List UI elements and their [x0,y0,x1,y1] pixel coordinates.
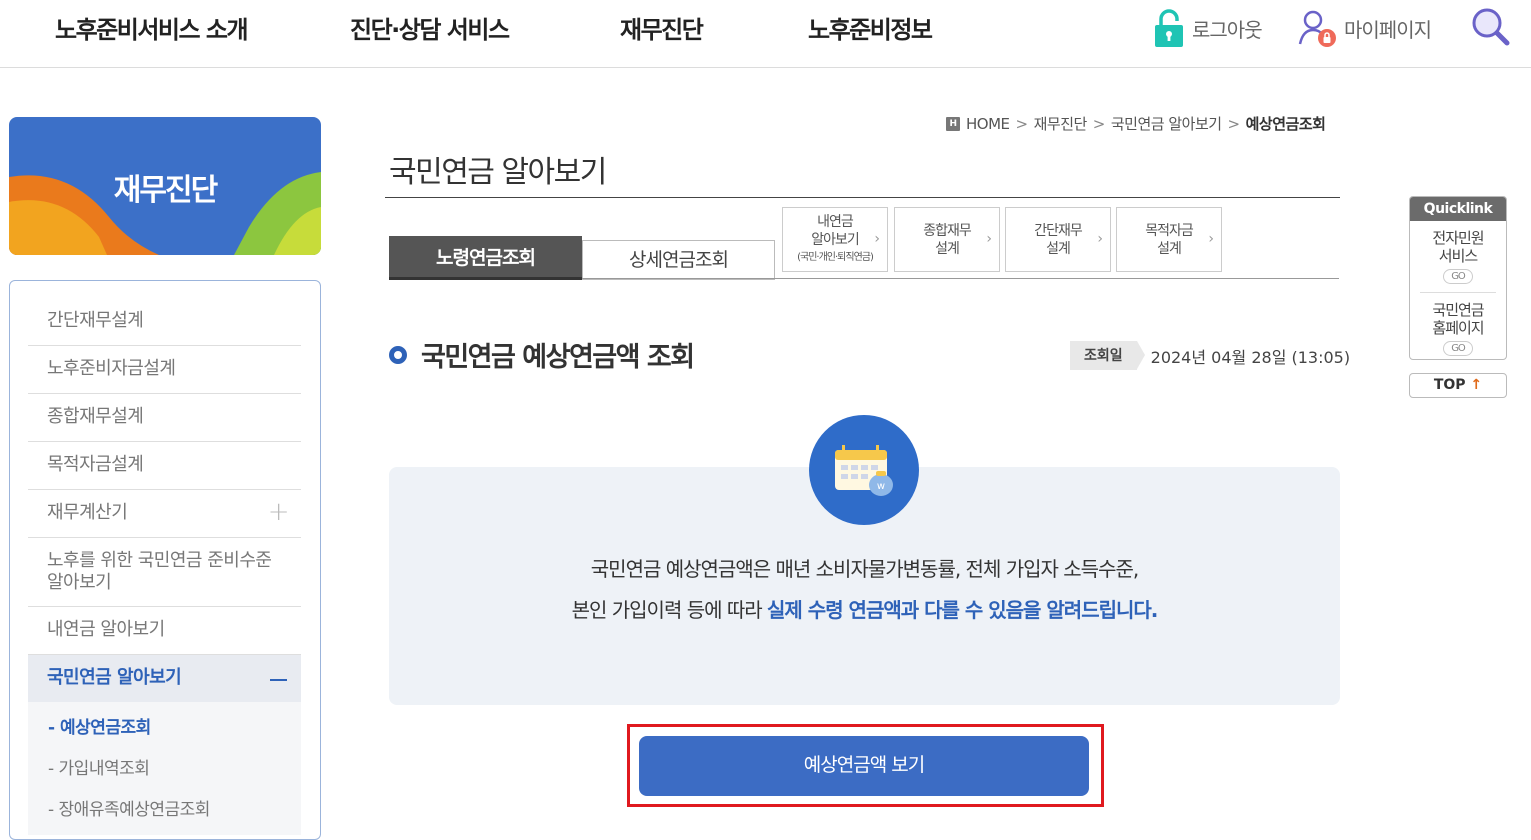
search-icon [1472,8,1510,46]
inquiry-date-value: 2024년 04월 28일 (13:05) [1150,347,1351,367]
comprehensive-plan-button[interactable]: 종합재무 설계 › [894,207,1000,272]
top-button[interactable]: TOP ↑ [1409,373,1507,398]
tab-divider [582,278,1339,279]
breadcrumb-national-pension[interactable]: 국민연금 알아보기 [1111,113,1222,134]
nav-menu-diagnosis-consulting[interactable]: 진단·상담 서비스 [350,10,510,45]
sidebar-banner-title: 재무진단 [113,173,218,208]
quicklink-panel: Quicklink 전자민원 서비스 GO 국민연금 홈페이지 GO [1409,196,1507,360]
page-title: 국민연금 알아보기 [389,155,607,190]
sidebar-item-financial-calculator[interactable]: 재무계산기 + [28,490,301,538]
sidebar-item-comprehensive-plan[interactable]: 종합재무설계 [28,394,301,442]
mypage-link[interactable]: 마이페이지 [1298,8,1432,48]
go-button[interactable]: GO [1443,341,1473,356]
sidebar-item-label: 재무계산기 [47,502,128,523]
section-title: 국민연금 예상연금액 조회 [389,335,695,374]
sidebar-item-national-pension[interactable]: 국민연금 알아보기 [28,655,301,702]
chevron-right-icon: > [1092,114,1106,133]
quicklink-title: Quicklink [1410,197,1506,221]
logout-link[interactable]: 로그아웃 [1152,8,1263,48]
title-divider [385,197,1340,198]
sidebar-subitem-expected-pension[interactable]: - 예상연금조회 [28,706,301,747]
sidebar-item-simple-financial-plan[interactable]: 간단재무설계 [28,298,301,346]
chevron-right-icon: › [1097,231,1103,247]
chevron-right-icon: > [1015,114,1029,133]
info-icon-circle: w [809,415,919,525]
top-navigation: 노후준비서비스 소개 진단·상담 서비스 재무진단 노후준비정보 로그아웃 마이… [0,0,1531,68]
sidebar-item-purpose-fund-plan[interactable]: 목적자금설계 [28,442,301,490]
nav-menu-retirement-service[interactable]: 노후준비서비스 소개 [55,10,249,45]
go-button[interactable]: GO [1443,269,1473,284]
inquiry-date: 조회일 2024년 04월 28일 (13:05) [1070,341,1350,370]
sidebar-item-pension-readiness[interactable]: 노후를 위한 국민연금 준비수준 알아보기 [28,538,301,607]
inquiry-date-badge: 조회일 [1070,341,1145,370]
minus-icon [270,679,287,681]
plus-icon: + [267,497,290,527]
breadcrumb-current: 예상연금조회 [1245,115,1326,133]
breadcrumb-home[interactable]: HOME [966,115,1010,133]
sidebar-submenu: - 예상연금조회 - 가입내역조회 - 장애유족예상연금조회 [28,702,301,835]
lock-icon [1155,9,1183,47]
nav-menu-retirement-info[interactable]: 노후준비정보 [808,10,933,45]
user-alert-icon [1298,10,1336,47]
chevron-right-icon: > [1227,114,1241,133]
sidebar-subitem-subscription-history[interactable]: - 가입내역조회 [28,747,301,788]
logout-label: 로그아웃 [1192,17,1263,42]
chevron-right-icon: › [874,231,880,247]
breadcrumb: H HOME > 재무진단 > 국민연금 알아보기 > 예상연금조회 [946,113,1326,134]
purpose-fund-button[interactable]: 목적자금 설계 › [1116,207,1222,272]
sidebar-item-my-pension[interactable]: 내연금 알아보기 [28,607,301,655]
simple-plan-button[interactable]: 간단재무 설계 › [1005,207,1111,272]
view-expected-pension-button[interactable]: 예상연금액 보기 [639,736,1089,796]
nav-menu-financial-diagnosis[interactable]: 재무진단 [620,10,704,45]
circle-bullet-icon [389,345,407,364]
sidebar-banner: 재무진단 [9,117,321,255]
my-pension-button[interactable]: 내연금 알아보기 (국민·개인·퇴직연금) › [782,207,888,272]
sidebar-subitem-disability-survivor[interactable]: - 장애유족예상연금조회 [28,788,301,829]
chevron-right-icon: › [986,231,992,247]
tab-detailed-pension[interactable]: 상세연금조회 [582,240,775,280]
breadcrumb-financial-diagnosis[interactable]: 재무진단 [1034,113,1088,134]
home-icon: H [946,116,960,131]
calendar-money-icon: w [835,445,893,496]
search-button[interactable] [1470,6,1512,52]
quicklink-e-civil-service[interactable]: 전자민원 서비스 GO [1410,221,1506,284]
info-text-line1: 국민연금 예상연금액은 매년 소비자물가변동률, 전체 가입자 소득수준, [590,557,1139,581]
info-text-line2: 본인 가입이력 등에 따라 실제 수령 연금액과 다를 수 있음을 알려드립니다… [571,598,1159,622]
arrow-up-icon: ↑ [1470,377,1483,393]
svg-text:w: w [877,481,885,492]
sidebar-item-label: 국민연금 알아보기 [47,667,182,688]
tab-old-age-pension[interactable]: 노령연금조회 [389,236,582,280]
sidebar-item-retirement-fund-plan[interactable]: 노후준비자금설계 [28,346,301,394]
sidebar-menu: 간단재무설계 노후준비자금설계 종합재무설계 목적자금설계 재무계산기 + 노후… [28,298,301,835]
mypage-label: 마이페이지 [1344,17,1432,42]
info-highlight: 실제 수령 연금액과 다를 수 있음을 알려드립니다. [767,598,1158,622]
quicklink-nps-homepage[interactable]: 국민연금 홈페이지 GO [1410,293,1506,356]
chevron-right-icon: › [1208,231,1214,247]
